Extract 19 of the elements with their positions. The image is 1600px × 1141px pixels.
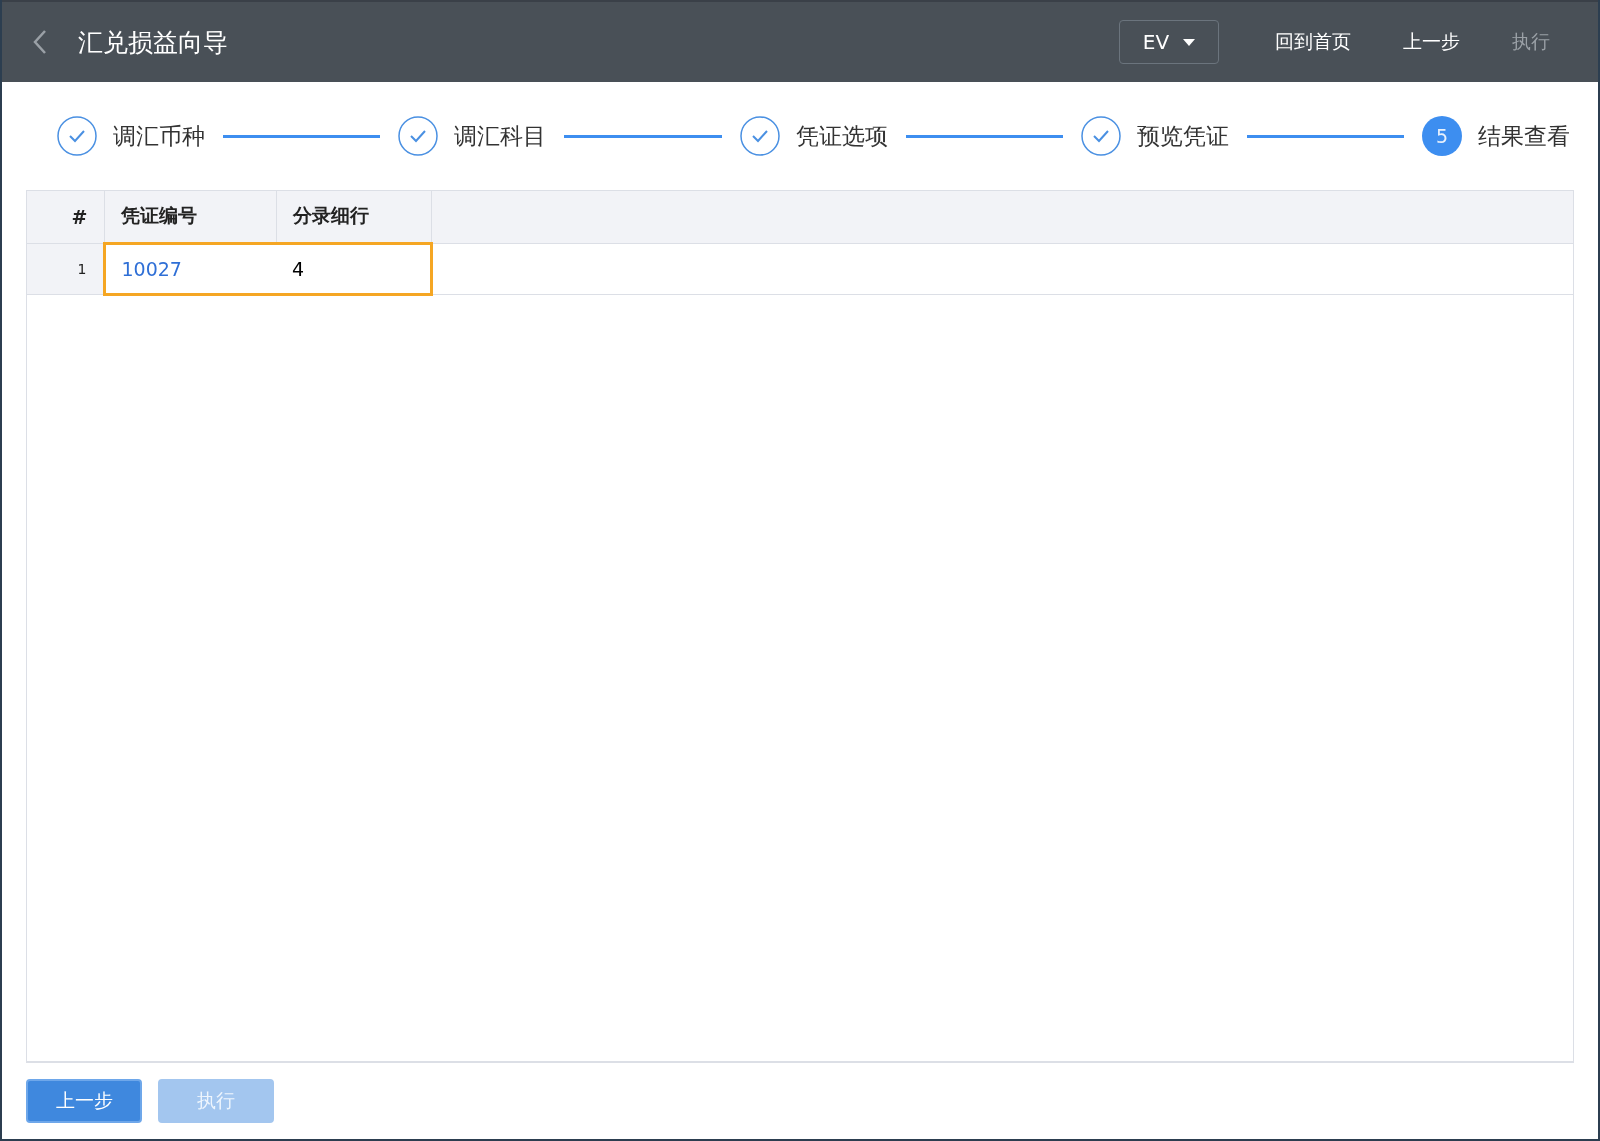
row-number: 1 (27, 243, 104, 294)
table-cell: 4 (276, 243, 431, 294)
header-action-button[interactable]: 上一步 (1385, 29, 1478, 55)
header-action-button[interactable]: 回到首页 (1257, 29, 1369, 55)
step-label: 凭证选项 (795, 121, 888, 151)
column-header: 凭证编号 (104, 191, 276, 243)
back-icon[interactable] (32, 29, 48, 55)
step-label: 预览凭证 (1136, 121, 1229, 151)
column-header: 分录细行 (276, 191, 431, 243)
step-label: 调汇币种 (113, 121, 205, 151)
caret-icon (1183, 38, 1196, 46)
voucher-link[interactable]: 10027 (121, 257, 182, 280)
currency-dropdown[interactable]: EV (1119, 20, 1219, 64)
step-number: 5 (1422, 116, 1462, 156)
window-title: 汇兑损益向导 (78, 26, 228, 59)
step-label: 结果查看 (1478, 121, 1570, 151)
column-header: # (27, 191, 104, 243)
footer-button[interactable]: 上一步 (26, 1079, 142, 1123)
step-label: 调汇科目 (454, 121, 547, 151)
